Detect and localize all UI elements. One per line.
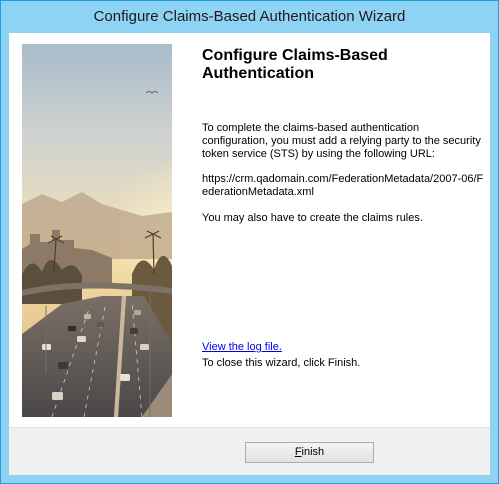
- wizard-client-area: Configure Claims-Based Authentication To…: [9, 33, 490, 475]
- instructions-text: To complete the claims-based authenticat…: [202, 122, 481, 160]
- window-title: Configure Claims-Based Authentication Wi…: [93, 8, 406, 25]
- city-highway-sunset-image: [22, 44, 172, 417]
- wizard-window: Configure Claims-Based Authentication Wi…: [0, 0, 499, 484]
- finish-mnemonic: F: [294, 446, 302, 458]
- close-instruction-text: To close this wizard, click Finish.: [202, 357, 361, 369]
- title-bar[interactable]: Configure Claims-Based Authentication Wi…: [1, 1, 498, 33]
- finish-label-rest: inish: [301, 446, 325, 458]
- page-heading: Configure Claims-Based Authentication: [202, 47, 388, 82]
- finish-button[interactable]: Finish: [245, 442, 374, 463]
- federation-metadata-url: https://crm.qadomain.com/FederationMetad…: [202, 173, 484, 198]
- wizard-content-panel: Configure Claims-Based Authentication To…: [9, 33, 490, 428]
- claims-rules-note: You may also have to create the claims r…: [202, 212, 423, 224]
- view-log-file-link[interactable]: View the log file.: [202, 341, 282, 354]
